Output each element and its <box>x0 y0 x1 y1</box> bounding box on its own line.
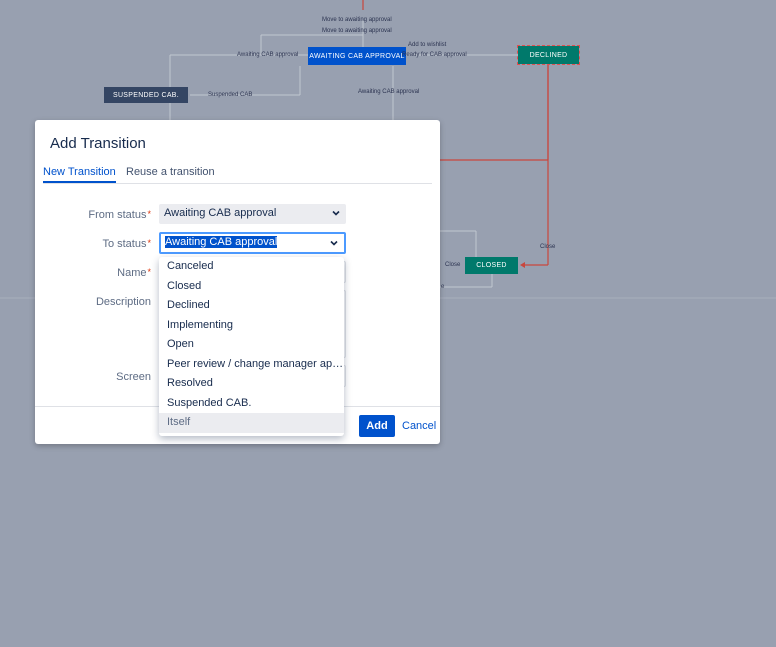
dropdown-option-peer-review[interactable]: Peer review / change manager app... <box>159 355 344 375</box>
edge-label-awaiting-below: Awaiting CAB approval <box>358 89 420 95</box>
dropdown-option-implementing[interactable]: Implementing <box>159 316 344 336</box>
status-node-suspended-cab[interactable]: SUSPENDED CAB. <box>104 87 188 103</box>
dropdown-option-open[interactable]: Open <box>159 335 344 355</box>
dropdown-option-itself[interactable]: Itself <box>159 413 344 433</box>
chevron-down-icon <box>330 240 338 246</box>
to-status-label: To status* <box>35 238 151 250</box>
to-status-select[interactable]: Awaiting CAB approval <box>159 232 346 254</box>
from-status-label-text: From status <box>88 209 147 221</box>
edge-label-move-2: Move to awaiting approval <box>322 28 392 34</box>
edge-label-move-1: Move to awaiting approval <box>322 17 392 23</box>
from-status-select[interactable]: Awaiting CAB approval <box>159 204 346 224</box>
required-marker: * <box>147 209 151 219</box>
edge-label-awaiting-left: Awaiting CAB approval <box>237 52 299 58</box>
edge-label-add-wishlist: Add to wishlist <box>408 42 447 48</box>
red-arrowhead <box>520 262 525 268</box>
dropdown-option-closed[interactable]: Closed <box>159 277 344 297</box>
to-status-label-text: To status <box>102 238 147 250</box>
screen-label: Screen <box>35 371 151 383</box>
to-status-value: Awaiting CAB approval <box>165 236 278 248</box>
dialog-tabs: New Transition Reuse a transition <box>43 166 432 184</box>
chevron-down-icon <box>332 210 340 216</box>
add-button[interactable]: Add <box>359 415 395 437</box>
edge-label-close-left: Close <box>445 262 461 268</box>
dropdown-option-canceled[interactable]: Canceled <box>159 257 344 277</box>
screen-label-text: Screen <box>116 371 151 383</box>
dropdown-option-suspended-cab[interactable]: Suspended CAB. <box>159 394 344 414</box>
name-label-text: Name <box>117 267 147 279</box>
required-marker: * <box>147 267 151 277</box>
description-label-text: Description <box>95 296 151 308</box>
required-marker: * <box>147 238 151 248</box>
name-label: Name* <box>35 267 151 279</box>
cancel-button[interactable]: Cancel <box>402 420 436 432</box>
tab-reuse-transition[interactable]: Reuse a transition <box>126 166 215 181</box>
dropdown-option-declined[interactable]: Declined <box>159 296 344 316</box>
from-status-value: Awaiting CAB approval <box>164 207 277 219</box>
to-status-dropdown: Canceled Closed Declined Implementing Op… <box>159 257 344 436</box>
edge-label-suspended: Suspended CAB <box>208 92 253 98</box>
edge-label-close-right: Close <box>540 244 556 250</box>
edge-label-ready: Ready for CAB approval <box>402 52 467 58</box>
dialog-title: Add Transition <box>50 135 146 152</box>
dropdown-option-resolved[interactable]: Resolved <box>159 374 344 394</box>
status-node-declined[interactable]: DECLINED <box>517 45 580 65</box>
tab-new-transition[interactable]: New Transition <box>43 166 116 183</box>
status-node-awaiting-cab-approval[interactable]: AWAITING CAB APPROVAL <box>308 47 406 65</box>
from-status-label: From status* <box>35 209 151 221</box>
status-node-closed[interactable]: CLOSED <box>465 257 518 274</box>
description-label: Description <box>35 296 151 308</box>
edge-label-fragment: e <box>441 284 445 290</box>
